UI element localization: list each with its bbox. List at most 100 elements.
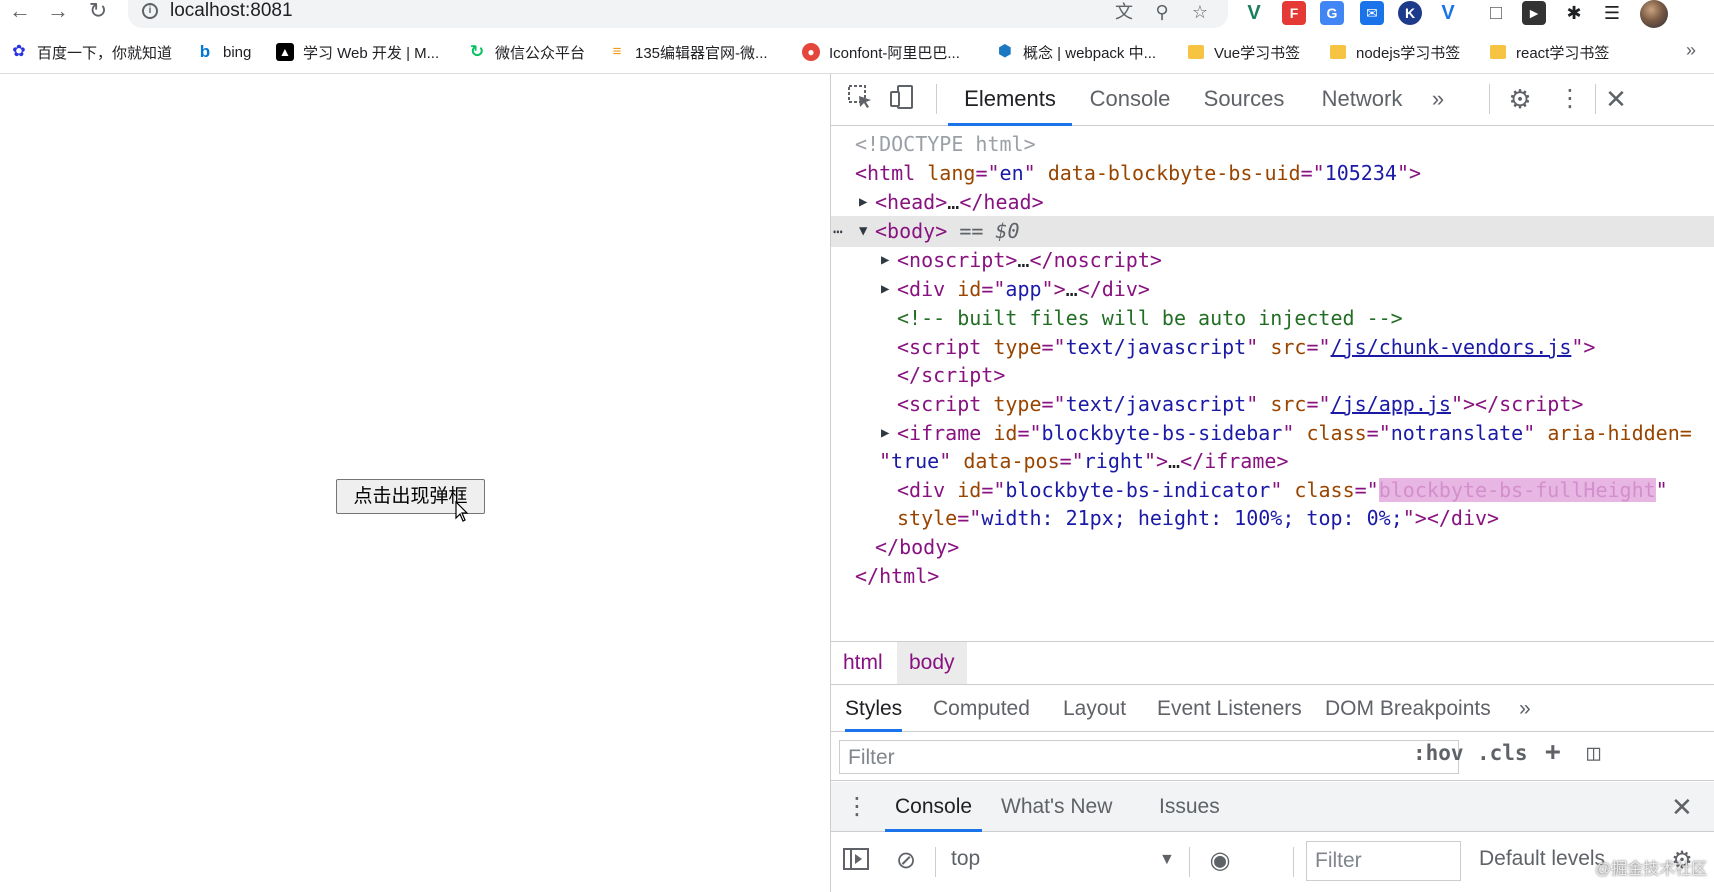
settings-gear-icon[interactable]: ⚙ bbox=[1505, 84, 1535, 114]
attr-name: id bbox=[993, 421, 1018, 445]
tab-console[interactable]: Console bbox=[1078, 74, 1182, 126]
dom-node-indicator[interactable]: <div id="blockbyte-bs-indicator" class="… bbox=[831, 475, 1714, 506]
dom-node-script-close[interactable]: </script> bbox=[831, 360, 1714, 391]
dom-node-script-vendors[interactable]: <script type="text/javascript" src="/js/… bbox=[831, 332, 1714, 363]
chevron-down-icon[interactable]: ▼ bbox=[1159, 851, 1175, 869]
site-info-icon[interactable]: i bbox=[142, 3, 158, 19]
more-actions-dots-icon[interactable]: ⋯ bbox=[833, 216, 843, 247]
context-selector[interactable]: top bbox=[951, 847, 980, 871]
vue-devtools-extension-icon[interactable]: V bbox=[1242, 1, 1266, 25]
class-toggle[interactable]: .cls bbox=[1477, 741, 1528, 765]
bookmark-135editor[interactable]: ≡ 135编辑器官网-微... bbox=[608, 40, 768, 64]
toggle-sidebar-icon[interactable]: ◫ bbox=[1587, 741, 1600, 766]
tab-computed[interactable]: Computed bbox=[933, 686, 1030, 732]
fe-helper-extension-icon[interactable]: F bbox=[1282, 1, 1306, 25]
attr-value: blockbyte-bs-sidebar bbox=[1041, 421, 1283, 445]
dom-node-body-selected[interactable]: ⋯ ▼ <body> == $0 bbox=[831, 216, 1714, 247]
breadcrumb-body[interactable]: body bbox=[897, 642, 967, 684]
translate-icon[interactable]: 文 bbox=[1112, 1, 1136, 25]
bookmark-baidu[interactable]: ✿ 百度一下，你就知道 bbox=[10, 40, 172, 64]
collapsed-ellipsis: … bbox=[1065, 277, 1078, 301]
zoom-icon[interactable]: ⚲ bbox=[1150, 1, 1174, 25]
dom-node-head[interactable]: ▶ <head>…</head> bbox=[831, 187, 1714, 218]
dom-node-iframe-cont[interactable]: "true" data-pos="right">…</iframe> bbox=[831, 446, 1714, 477]
bookmark-extension-icon[interactable]: □ bbox=[1484, 1, 1508, 25]
dom-node-comment[interactable]: <!-- built files will be auto injected -… bbox=[831, 303, 1714, 334]
console-filter-input[interactable]: Filter bbox=[1306, 841, 1461, 881]
collapse-triangle-icon[interactable]: ▼ bbox=[859, 216, 873, 247]
reload-icon[interactable]: ↻ bbox=[84, 0, 112, 24]
url-text[interactable]: localhost:8081 bbox=[170, 0, 293, 22]
dom-node-iframe[interactable]: ▶ <iframe id="blockbyte-bs-sidebar" class… bbox=[831, 418, 1714, 449]
styles-filter-input[interactable]: Filter bbox=[839, 740, 1459, 774]
puzzle-extensions-icon[interactable]: ✱ bbox=[1562, 1, 1586, 25]
live-expression-eye-icon[interactable]: ◉ bbox=[1205, 847, 1235, 877]
script-src-link[interactable]: /js/chunk-vendors.js bbox=[1331, 335, 1572, 359]
profile-avatar[interactable] bbox=[1640, 0, 1668, 28]
attr-name: lang bbox=[927, 161, 976, 185]
watermark-text: @掘金技术社区 bbox=[1595, 861, 1708, 878]
tab-sources[interactable]: Sources bbox=[1192, 74, 1296, 126]
media-playlist-icon[interactable]: ☰ bbox=[1600, 1, 1624, 25]
bookmark-bing[interactable]: b bing bbox=[196, 40, 252, 64]
more-tabs-button[interactable]: » bbox=[1423, 74, 1453, 126]
k-extension-icon[interactable]: K bbox=[1398, 1, 1422, 25]
bookmark-folder-nodejs[interactable]: nodejs学习书签 bbox=[1330, 40, 1460, 64]
dom-node-html-close[interactable]: </html> bbox=[831, 561, 1714, 592]
drawer-tab-issues[interactable]: Issues bbox=[1159, 782, 1220, 832]
show-sidebar-icon[interactable] bbox=[841, 847, 871, 877]
more-options-icon[interactable]: ⋮ bbox=[1555, 84, 1585, 114]
dom-node-html[interactable]: <html lang="en" data-blockbyte-bs-uid="1… bbox=[831, 158, 1714, 189]
tab-elements[interactable]: Elements bbox=[948, 74, 1072, 126]
drawer-menu-icon[interactable]: ⋮ bbox=[845, 782, 869, 832]
bookmark-webpack[interactable]: ⬢ 概念 | webpack 中... bbox=[996, 40, 1156, 64]
device-toolbar-icon[interactable] bbox=[887, 84, 917, 114]
tab-dom-breakpoints[interactable]: DOM Breakpoints bbox=[1325, 686, 1491, 732]
mail-extension-icon[interactable]: ✉ bbox=[1360, 1, 1384, 25]
close-drawer-icon[interactable]: ✕ bbox=[1671, 782, 1693, 832]
bookmark-iconfont[interactable]: ● Iconfont-阿里巴巴... bbox=[802, 40, 960, 64]
script-src-link[interactable]: /js/app.js bbox=[1331, 392, 1451, 416]
bookmark-wechat[interactable]: ↻ 微信公众平台 bbox=[468, 40, 585, 64]
tab-layout[interactable]: Layout bbox=[1063, 686, 1126, 732]
address-bar[interactable]: i localhost:8081 文 ⚲ ☆ bbox=[128, 0, 1228, 28]
drawer-tab-console[interactable]: Console bbox=[885, 782, 983, 832]
bookmark-star-icon[interactable]: ☆ bbox=[1188, 1, 1212, 25]
dom-node-div-app[interactable]: ▶ <div id="app">…</div> bbox=[831, 274, 1714, 305]
drawer-tab-whats-new[interactable]: What's New bbox=[1001, 782, 1112, 832]
bookmark-mdn[interactable]: ▲ 学习 Web 开发 | M... bbox=[276, 40, 439, 64]
forward-arrow-icon[interactable]: → bbox=[44, 0, 72, 24]
attr-value: text/javascript bbox=[1065, 392, 1247, 416]
more-styles-tabs-button[interactable]: » bbox=[1519, 686, 1531, 732]
v-extension-icon[interactable]: V bbox=[1436, 1, 1460, 25]
hover-state-toggle[interactable]: :hov bbox=[1413, 741, 1464, 765]
back-arrow-icon[interactable]: ← bbox=[6, 0, 34, 24]
google-translate-extension-icon[interactable]: G bbox=[1320, 1, 1344, 25]
tab-event-listeners[interactable]: Event Listeners bbox=[1157, 686, 1302, 732]
dom-node-indicator-style[interactable]: style="width: 21px; height: 100%; top: 0… bbox=[831, 503, 1714, 534]
expand-triangle-icon[interactable]: ▶ bbox=[881, 245, 895, 276]
attr-value: notranslate bbox=[1390, 421, 1524, 445]
inspect-element-icon[interactable] bbox=[845, 84, 875, 114]
dark-extension-icon[interactable]: ► bbox=[1522, 1, 1546, 25]
styles-filter-row: Filter :hov .cls + ◫ bbox=[831, 733, 1714, 781]
tab-styles[interactable]: Styles bbox=[845, 686, 903, 732]
bookmark-folder-react[interactable]: react学习书签 bbox=[1490, 40, 1609, 64]
dom-node-body-close[interactable]: </body> bbox=[831, 532, 1714, 563]
dom-node-doctype[interactable]: <!DOCTYPE html> bbox=[831, 129, 1714, 160]
breadcrumb-html[interactable]: html bbox=[831, 642, 895, 684]
expand-triangle-icon[interactable]: ▶ bbox=[859, 187, 873, 218]
log-levels-dropdown[interactable]: Default levels bbox=[1479, 847, 1605, 871]
new-style-rule-button[interactable]: + bbox=[1545, 737, 1561, 767]
bookmarks-overflow-button[interactable]: » bbox=[1686, 40, 1696, 61]
dom-node-script-app[interactable]: <script type="text/javascript" src="/js/… bbox=[831, 389, 1714, 420]
breadcrumb: html body bbox=[831, 641, 1714, 685]
dom-node-noscript[interactable]: ▶ <noscript>…</noscript> bbox=[831, 245, 1714, 276]
clear-console-icon[interactable]: ⊘ bbox=[891, 847, 921, 877]
attr-name: id bbox=[957, 277, 982, 301]
expand-triangle-icon[interactable]: ▶ bbox=[881, 418, 895, 449]
close-devtools-icon[interactable]: ✕ bbox=[1601, 84, 1631, 114]
bookmark-folder-vue[interactable]: Vue学习书签 bbox=[1188, 40, 1300, 64]
tab-network[interactable]: Network bbox=[1307, 74, 1417, 126]
expand-triangle-icon[interactable]: ▶ bbox=[881, 274, 895, 305]
